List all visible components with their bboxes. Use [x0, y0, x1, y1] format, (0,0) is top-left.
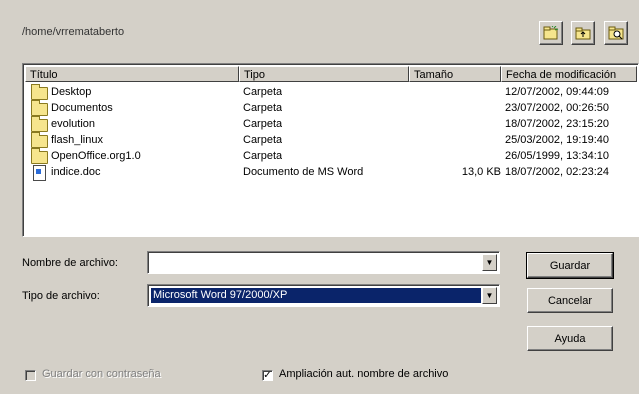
- current-path: /home/vrremataberto: [22, 26, 125, 38]
- folder-icon: [31, 132, 48, 148]
- column-header-size[interactable]: Tamaño: [409, 66, 501, 82]
- new-folder-button[interactable]: [539, 21, 563, 45]
- password-checkbox-label: Guardar con contraseña: [42, 368, 161, 380]
- up-folder-button[interactable]: [571, 21, 595, 45]
- password-checkbox: [25, 370, 36, 381]
- file-name: evolution: [51, 118, 96, 130]
- file-date: 18/07/2002, 23:15:20: [505, 118, 609, 130]
- file-name: indice.doc: [51, 166, 101, 178]
- folder-icon: [31, 84, 48, 100]
- file-name: OpenOffice.org1.0: [51, 150, 141, 162]
- folder-icon: [31, 116, 48, 132]
- new-folder-icon: [543, 26, 559, 40]
- chevron-down-icon[interactable]: ▼: [482, 254, 497, 271]
- file-date: 23/07/2002, 00:26:50: [505, 102, 609, 114]
- list-item[interactable]: indice.doc Documento de MS Word 13,0 KB …: [25, 165, 638, 182]
- save-button[interactable]: Guardar: [526, 252, 614, 279]
- filename-input[interactable]: [151, 255, 481, 270]
- file-type: Carpeta: [243, 150, 283, 162]
- column-header-title[interactable]: Título: [25, 66, 239, 82]
- list-item[interactable]: Desktop Carpeta 12/07/2002, 09:44:09: [25, 84, 638, 102]
- file-date: 26/05/1999, 13:34:10: [505, 150, 609, 162]
- filetype-value: Microsoft Word 97/2000/XP: [151, 288, 481, 303]
- file-type: Carpeta: [243, 118, 283, 130]
- cancel-button-label: Cancelar: [547, 294, 593, 307]
- file-date: 25/03/2002, 19:19:40: [505, 134, 609, 146]
- folder-icon: [31, 148, 48, 164]
- word-document-icon: [33, 165, 46, 181]
- folder-icon: [31, 100, 48, 116]
- cancel-button[interactable]: Cancelar: [527, 288, 613, 313]
- file-name: flash_linux: [51, 134, 103, 146]
- file-type: Carpeta: [243, 102, 283, 114]
- filename-combo[interactable]: ▼: [147, 251, 500, 274]
- list-item[interactable]: flash_linux Carpeta 25/03/2002, 19:19:40: [25, 132, 638, 150]
- list-item[interactable]: Documentos Carpeta 23/07/2002, 00:26:50: [25, 100, 638, 118]
- file-date: 18/07/2002, 02:23:24: [505, 166, 609, 178]
- list-item[interactable]: OpenOffice.org1.0 Carpeta 26/05/1999, 13…: [25, 148, 638, 166]
- default-directory-button[interactable]: [604, 21, 628, 45]
- file-name: Documentos: [51, 102, 113, 114]
- save-button-label: Guardar: [549, 259, 591, 272]
- default-directory-icon: [608, 26, 624, 40]
- file-name: Desktop: [51, 86, 92, 98]
- file-type: Carpeta: [243, 86, 283, 98]
- column-header-type[interactable]: Tipo: [239, 66, 409, 82]
- extension-checkbox[interactable]: ✓: [262, 370, 273, 381]
- filetype-select[interactable]: Microsoft Word 97/2000/XP ▼: [147, 284, 500, 307]
- file-size: 13,0 KB: [461, 166, 501, 178]
- help-button-label: Ayuda: [554, 332, 586, 345]
- checkmark-icon: ✓: [263, 369, 272, 381]
- file-type: Carpeta: [243, 134, 283, 146]
- file-type: Documento de MS Word: [243, 166, 364, 178]
- file-list[interactable]: Título Tipo Tamaño Fecha de modificación…: [22, 63, 639, 237]
- column-header-date[interactable]: Fecha de modificación: [501, 66, 637, 82]
- help-button[interactable]: Ayuda: [527, 326, 613, 351]
- chevron-down-icon[interactable]: ▼: [482, 287, 497, 304]
- filename-label: Nombre de archivo:: [22, 257, 118, 269]
- up-folder-icon: [575, 27, 591, 40]
- extension-checkbox-label[interactable]: Ampliación aut. nombre de archivo: [279, 368, 448, 380]
- list-item[interactable]: evolution Carpeta 18/07/2002, 23:15:20: [25, 116, 638, 134]
- filetype-label: Tipo de archivo:: [22, 290, 100, 302]
- file-date: 12/07/2002, 09:44:09: [505, 86, 609, 98]
